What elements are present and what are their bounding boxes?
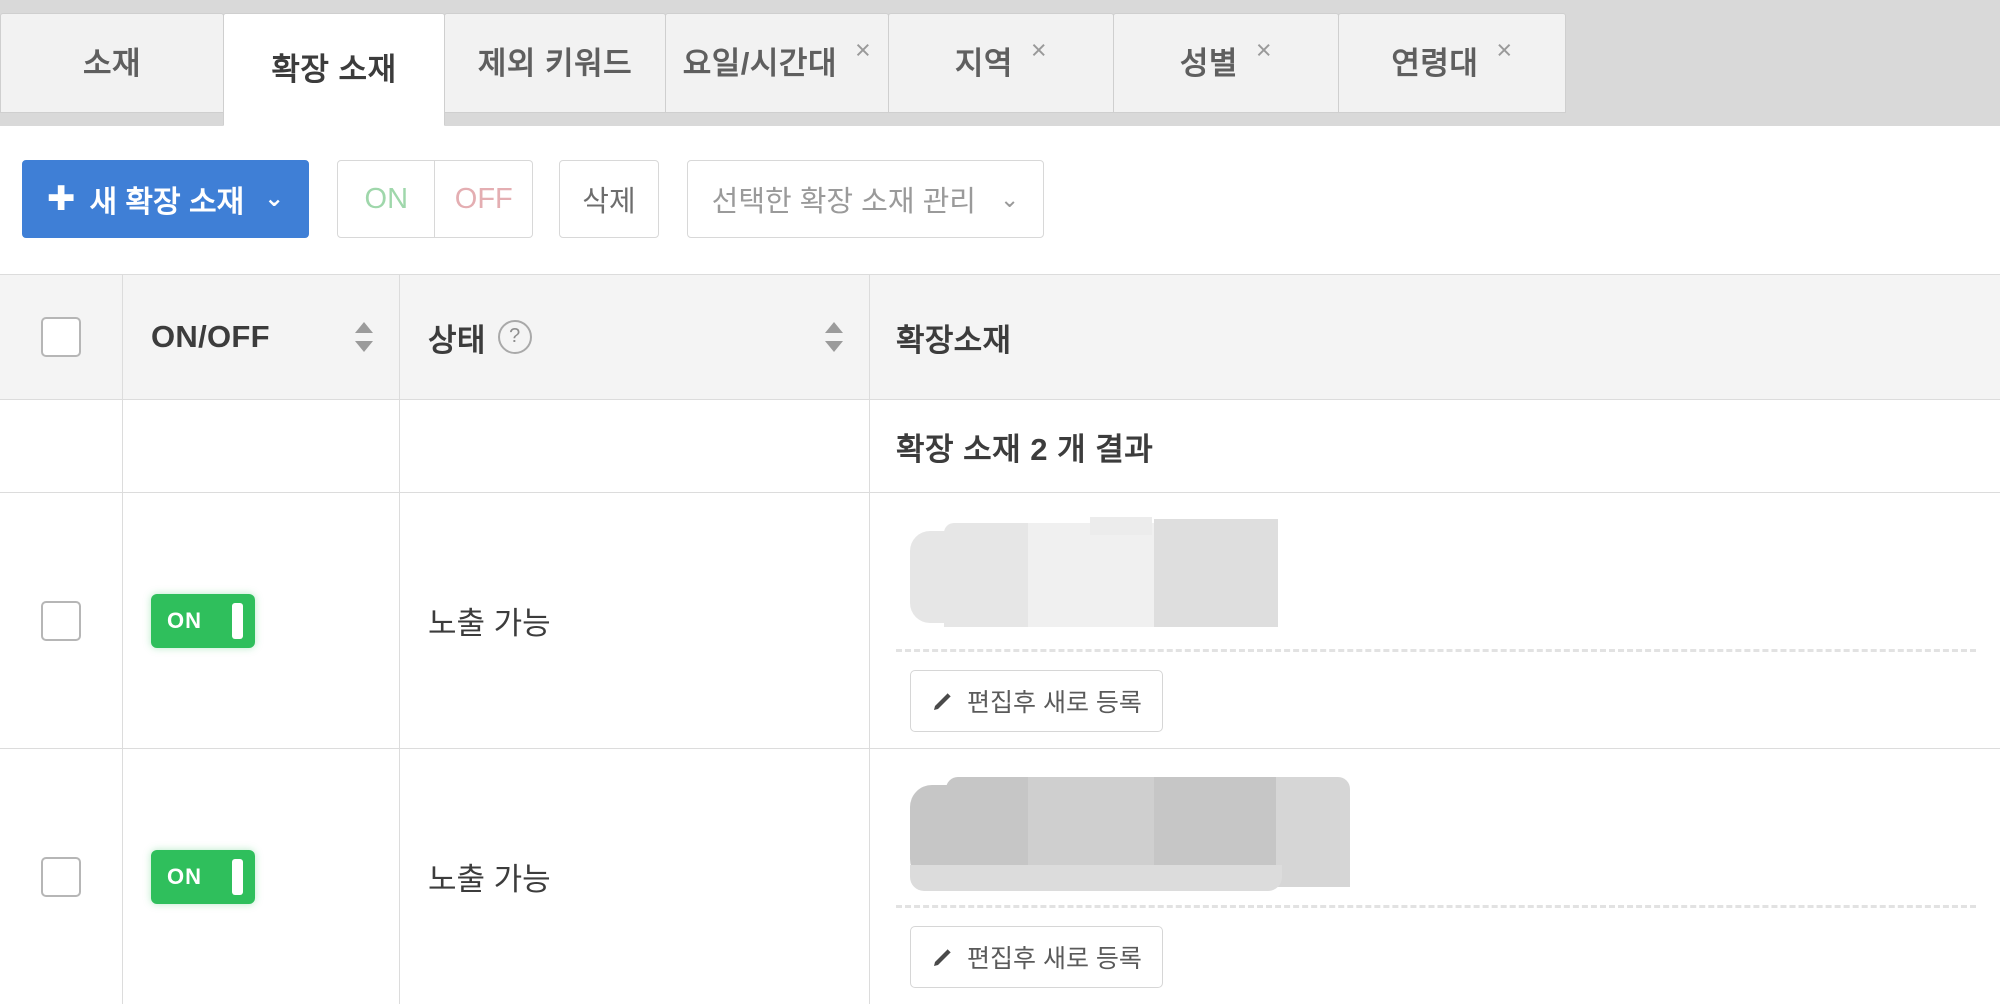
row-state-cell: 노출 가능 xyxy=(400,749,870,1004)
onoff-toggle-label: ON xyxy=(167,607,202,633)
result-count-label: 확장 소재 2 개 결과 xyxy=(896,431,1154,467)
header-label-onoff: ON/OFF xyxy=(151,319,270,354)
row-divider xyxy=(896,905,1976,908)
row-divider xyxy=(896,649,1976,652)
summary-cell-blank-1 xyxy=(0,400,123,492)
close-icon[interactable]: × xyxy=(1256,36,1272,64)
tab-label: 제외 키워드 xyxy=(477,45,633,81)
edit-and-register-button[interactable]: 편집후 새로 등록 xyxy=(910,926,1163,988)
redaction-block xyxy=(1276,777,1350,887)
chevron-down-icon: ⌄ xyxy=(999,185,1020,212)
tab-label: 연령대 xyxy=(1391,45,1479,81)
header-cell-state[interactable]: 상태 ? xyxy=(400,275,870,399)
tab-strip: 소재 확장 소재 제외 키워드 요일/시간대 × 지역 × 성별 × 연령대 × xyxy=(0,0,2000,126)
delete-button[interactable]: 삭제 xyxy=(559,160,659,238)
header-cell-onoff[interactable]: ON/OFF xyxy=(123,275,400,399)
plus-icon: ✚ xyxy=(47,180,76,218)
edit-and-register-button[interactable]: 편집후 새로 등록 xyxy=(910,670,1163,732)
sort-icon[interactable] xyxy=(823,320,845,354)
tab-소재[interactable]: 소재 xyxy=(0,13,224,113)
redacted-content xyxy=(910,517,2000,635)
pencil-icon xyxy=(931,689,955,713)
turn-on-button[interactable]: ON xyxy=(337,160,436,238)
row-onoff-cell: ON xyxy=(123,493,400,748)
select-all-checkbox[interactable] xyxy=(41,317,81,357)
redaction-block xyxy=(910,865,1282,891)
pencil-icon xyxy=(931,945,955,969)
tab-label: 확장 소재 xyxy=(271,52,397,87)
new-extension-button[interactable]: ✚ 새 확장 소재 ⌄ xyxy=(22,160,310,238)
toolbar: ✚ 새 확장 소재 ⌄ ON OFF 삭제 선택한 확장 소재 관리 ⌄ xyxy=(0,126,2000,274)
redacted-content xyxy=(910,773,2000,891)
tab-label: 지역 xyxy=(954,45,1013,81)
tab-요일-시간대[interactable]: 요일/시간대 × xyxy=(665,13,889,113)
header-cell-select-all xyxy=(0,275,123,399)
table-row: ON 노출 가능 편집후 새로 등록 xyxy=(0,749,2000,1004)
edit-and-register-label: 편집후 새로 등록 xyxy=(967,689,1142,717)
close-icon[interactable]: × xyxy=(855,36,871,64)
new-extension-button-label: 새 확장 소재 xyxy=(89,186,245,219)
tab-제외-키워드[interactable]: 제외 키워드 xyxy=(444,13,666,113)
tab-확장-소재[interactable]: 확장 소재 xyxy=(223,13,445,126)
header-cell-material: 확장소재 xyxy=(870,275,2000,399)
row-state-cell: 노출 가능 xyxy=(400,493,870,748)
redaction-block xyxy=(944,523,1032,627)
ad-extension-management-page: 소재 확장 소재 제외 키워드 요일/시간대 × 지역 × 성별 × 연령대 ×… xyxy=(0,0,2000,1004)
header-label-state: 상태 xyxy=(428,322,486,358)
tab-지역[interactable]: 지역 × xyxy=(888,13,1114,113)
manage-selected-label: 선택한 확장 소재 관리 xyxy=(711,186,976,218)
table-row: ON 노출 가능 편집후 새로 등록 xyxy=(0,493,2000,749)
table-summary-row: 확장 소재 2 개 결과 xyxy=(0,400,2000,493)
row-state-label: 노출 가능 xyxy=(428,606,551,641)
tab-label: 소재 xyxy=(82,45,142,81)
redaction-block xyxy=(1028,523,1154,627)
close-icon[interactable]: × xyxy=(1031,36,1047,64)
redaction-block xyxy=(1154,519,1278,627)
help-icon[interactable]: ? xyxy=(497,320,532,354)
tab-label: 요일/시간대 xyxy=(682,45,837,81)
toggle-knob xyxy=(232,602,243,639)
row-material-cell: 편집후 새로 등록 xyxy=(870,493,2000,748)
tab-성별[interactable]: 성별 × xyxy=(1113,13,1339,113)
edit-and-register-label: 편집후 새로 등록 xyxy=(967,945,1142,973)
row-material-cell: 편집후 새로 등록 xyxy=(870,749,2000,1004)
header-label-material: 확장소재 xyxy=(896,322,1012,358)
extension-materials-table: ON/OFF 상태 ? 확장소재 확장 소재 2 개 결과 ON 노출 가능 편… xyxy=(0,274,2000,1004)
onoff-toggle[interactable]: ON xyxy=(151,849,255,904)
row-select-cell xyxy=(0,749,123,1004)
row-state-label: 노출 가능 xyxy=(428,862,551,897)
tab-label: 성별 xyxy=(1179,45,1238,81)
onoff-toggle-label: ON xyxy=(167,863,202,889)
turn-off-button[interactable]: OFF xyxy=(435,160,534,238)
row-onoff-cell: ON xyxy=(123,749,400,1004)
redaction-block xyxy=(1090,517,1152,535)
chevron-down-icon: ⌄ xyxy=(264,185,285,212)
summary-cell-blank-3 xyxy=(400,400,870,492)
table-header-row: ON/OFF 상태 ? 확장소재 xyxy=(0,275,2000,400)
sort-icon[interactable] xyxy=(353,320,375,354)
summary-cell-blank-2 xyxy=(123,400,400,492)
manage-selected-dropdown[interactable]: 선택한 확장 소재 관리 ⌄ xyxy=(686,160,1045,238)
summary-cell-count: 확장 소재 2 개 결과 xyxy=(870,400,2000,492)
row-select-cell xyxy=(0,493,123,748)
row-checkbox[interactable] xyxy=(41,600,81,641)
onoff-button-group: ON OFF xyxy=(337,160,534,238)
row-checkbox[interactable] xyxy=(41,856,81,897)
tab-연령대[interactable]: 연령대 × xyxy=(1338,13,1566,113)
onoff-toggle[interactable]: ON xyxy=(151,593,255,648)
toggle-knob xyxy=(232,858,243,895)
close-icon[interactable]: × xyxy=(1496,36,1512,64)
